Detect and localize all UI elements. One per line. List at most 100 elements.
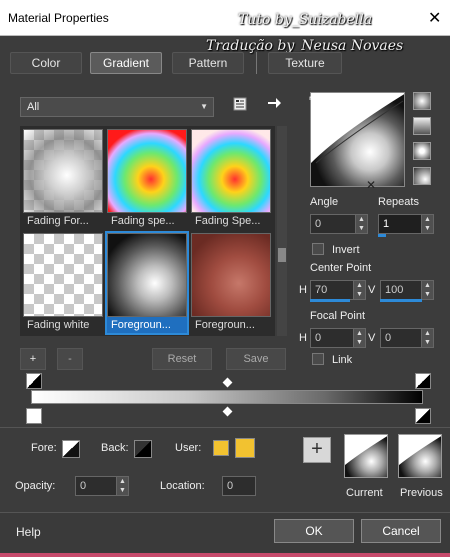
- opacity-midpoint[interactable]: [222, 377, 233, 388]
- previous-label: Previous: [400, 487, 443, 499]
- spinner-arrows-icon[interactable]: ▲ ▼: [421, 281, 433, 299]
- repeats-value: 1: [383, 218, 390, 230]
- previous-swatch[interactable]: [398, 434, 442, 478]
- gradient-thumbnail: [191, 129, 271, 213]
- location-label: Location:: [160, 480, 205, 492]
- angle-value: 0: [315, 218, 322, 230]
- gradient-item[interactable]: Fading For...: [23, 129, 103, 229]
- linear-style-icon[interactable]: [413, 92, 431, 110]
- category-dropdown[interactable]: All ▼: [20, 97, 214, 117]
- spinner-arrows-icon[interactable]: ▲ ▼: [353, 281, 365, 299]
- invert-checkbox[interactable]: [312, 243, 324, 255]
- gradient-item[interactable]: Foregroun...: [191, 233, 271, 333]
- spinner-arrows-icon[interactable]: ▲ ▼: [421, 215, 433, 233]
- center-h-spinner[interactable]: 70 ▲ ▼: [310, 280, 366, 300]
- gradient-thumbnail: [23, 233, 103, 317]
- spinner-arrows-icon[interactable]: ▲ ▼: [355, 215, 367, 233]
- back-label: Back:: [101, 442, 129, 454]
- center-crosshair-icon[interactable]: ✕: [366, 178, 376, 192]
- arrow-right-icon[interactable]: [266, 95, 282, 114]
- gradient-label: Foregroun...: [107, 317, 187, 333]
- repeats-spinner[interactable]: 1 ▲ ▼: [378, 214, 434, 234]
- repeats-indicator: [378, 234, 386, 237]
- crosshair-icon[interactable]: ⌐: [309, 90, 316, 104]
- focal-v-value: 0: [385, 332, 392, 344]
- add-gradient-button[interactable]: +: [20, 348, 46, 370]
- gradient-thumbnail: [107, 233, 187, 317]
- center-h-indicator: [310, 299, 350, 302]
- gradient-thumbnail: [191, 233, 271, 317]
- gradient-label: Fading For...: [27, 215, 89, 227]
- library-icon[interactable]: [232, 96, 248, 115]
- fore-label: Fore:: [31, 442, 57, 454]
- reset-button[interactable]: Reset: [152, 348, 212, 370]
- tab-texture[interactable]: Texture: [268, 52, 342, 74]
- focal-v-spinner[interactable]: 0 ▲ ▼: [380, 328, 434, 348]
- gradient-label: Fading white: [27, 319, 90, 331]
- center-v-value: 100: [385, 284, 404, 296]
- gradient-label: Fading spe...: [111, 215, 175, 227]
- gradient-bar[interactable]: [31, 390, 423, 404]
- center-v-label: V: [368, 284, 376, 296]
- scrollbar-thumb[interactable]: [278, 248, 286, 262]
- tab-gradient[interactable]: Gradient: [90, 52, 162, 74]
- user-swatch-small[interactable]: [213, 440, 229, 456]
- opacity-label: Opacity:: [15, 480, 56, 492]
- color-stop-left[interactable]: [26, 408, 42, 424]
- sunburst-style-icon[interactable]: [413, 142, 431, 160]
- invert-label: Invert: [332, 244, 360, 256]
- link-checkbox[interactable]: [312, 353, 324, 365]
- opacity-stop-left-icon[interactable]: [26, 373, 42, 389]
- gradient-scrollbar[interactable]: [277, 126, 287, 336]
- bottom-accent-bar: [0, 553, 450, 557]
- user-swatch[interactable]: [235, 438, 255, 458]
- gradient-item[interactable]: Fading white: [23, 233, 103, 333]
- color-midpoint[interactable]: [222, 406, 233, 417]
- repeats-label: Repeats: [378, 196, 419, 208]
- opacity-value: 0: [80, 480, 87, 492]
- opacity-stop-right-icon[interactable]: [415, 373, 431, 389]
- current-label: Current: [346, 487, 383, 499]
- focal-h-spinner[interactable]: 0 ▲ ▼: [310, 328, 366, 348]
- spinner-arrows-icon[interactable]: ▲ ▼: [353, 329, 365, 347]
- gradient-grid: Fading For... Fading spe... Fading Spe..…: [20, 126, 275, 336]
- title-bar: Material Properties ✕: [0, 0, 450, 36]
- category-value: All: [27, 101, 40, 113]
- spinner-arrows-icon[interactable]: ▲ ▼: [116, 477, 128, 495]
- gradient-item[interactable]: Fading Spe...: [191, 129, 271, 229]
- tab-pattern[interactable]: Pattern: [172, 52, 244, 74]
- color-stop-right[interactable]: [415, 408, 431, 424]
- center-v-spinner[interactable]: 100 ▲ ▼: [380, 280, 434, 300]
- focal-h-label: H: [299, 332, 307, 344]
- chevron-down-icon: ▼: [200, 102, 208, 111]
- watermark-line1: Tuto by_Suizabella: [238, 12, 373, 28]
- current-swatch[interactable]: [344, 434, 388, 478]
- add-to-swatches-button[interactable]: +: [303, 437, 331, 463]
- gradient-item[interactable]: Foregroun...: [105, 231, 189, 335]
- location-field[interactable]: 0: [222, 476, 256, 496]
- gradient-thumbnail: [23, 129, 103, 213]
- rectangular-style-icon[interactable]: [413, 117, 431, 135]
- cancel-button[interactable]: Cancel: [361, 519, 441, 543]
- center-h-label: H: [299, 284, 307, 296]
- angle-label: Angle: [310, 196, 339, 208]
- fore-swatch[interactable]: [62, 440, 80, 458]
- angle-spinner[interactable]: 0 ▲ ▼: [310, 214, 368, 234]
- help-link[interactable]: Help: [16, 525, 41, 539]
- focal-v-label: V: [368, 332, 376, 344]
- tab-color[interactable]: Color: [10, 52, 82, 74]
- opacity-spinner[interactable]: 0 ▲ ▼: [75, 476, 129, 496]
- gradient-label: Fading Spe...: [195, 215, 261, 227]
- ok-button[interactable]: OK: [274, 519, 354, 543]
- save-button[interactable]: Save: [226, 348, 286, 370]
- divider: [0, 427, 450, 428]
- gradient-item[interactable]: Fading spe...: [107, 129, 187, 229]
- back-swatch[interactable]: [134, 440, 152, 458]
- remove-gradient-button[interactable]: -: [57, 348, 83, 370]
- gradient-thumbnail: [107, 129, 187, 213]
- close-icon[interactable]: ✕: [428, 8, 441, 28]
- gradient-preview[interactable]: [310, 92, 405, 187]
- spinner-arrows-icon[interactable]: ▲ ▼: [421, 329, 433, 347]
- radial-style-icon[interactable]: [413, 167, 431, 185]
- center-h-value: 70: [315, 284, 328, 296]
